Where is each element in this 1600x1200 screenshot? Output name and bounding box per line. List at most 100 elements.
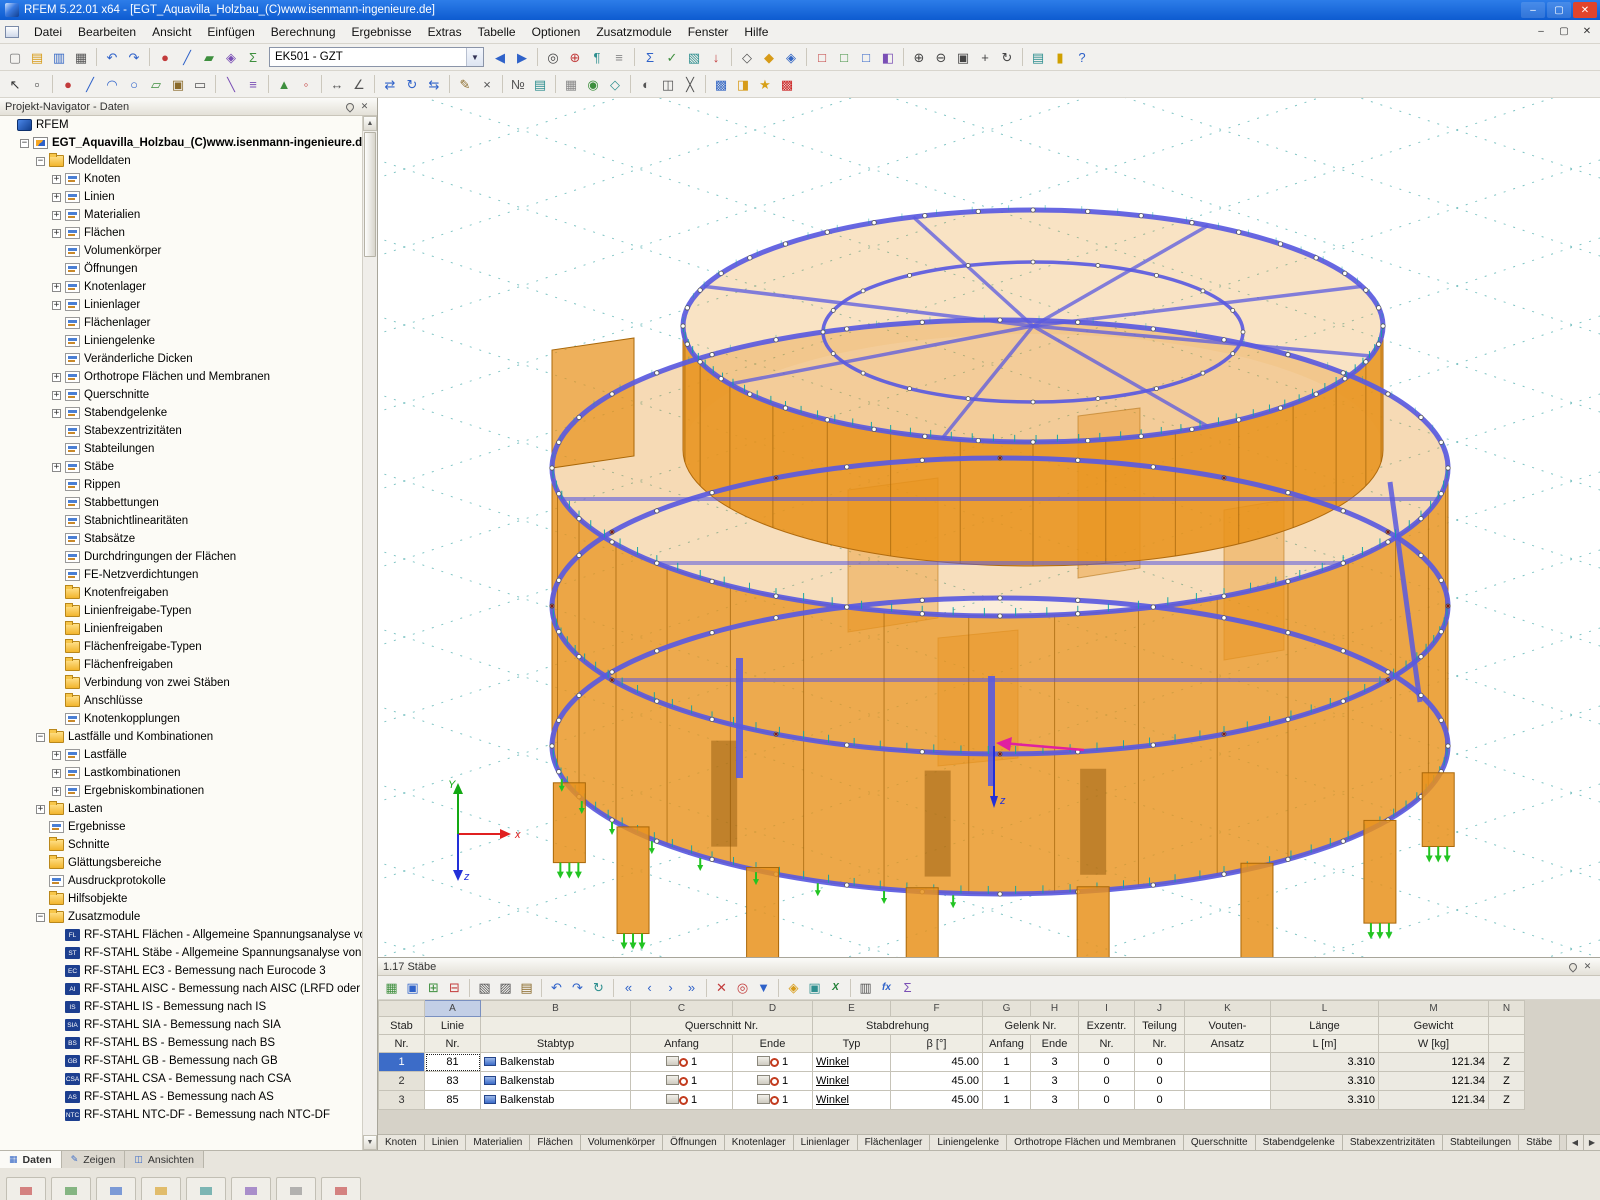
icon-opening-tool[interactable]: ▭: [189, 73, 211, 95]
cell-r3-c1[interactable]: 85: [425, 1091, 481, 1110]
tree-item-flächenfreigaben[interactable]: Flächenfreigaben: [0, 656, 362, 674]
tree-item-lasten[interactable]: +Lasten: [0, 800, 362, 818]
tree-item-rf-stahl-ec3-bemessung-nach-eurocode-3[interactable]: ECRF-STAHL EC3 - Bemessung nach Eurocode…: [0, 962, 362, 980]
tree-item-rf-stahl-ntc-df-bemessung-nach-ntc-df[interactable]: NTCRF-STAHL NTC-DF - Bemessung nach NTC-…: [0, 1106, 362, 1124]
menu-hilfe[interactable]: Hilfe: [736, 21, 776, 43]
tree-expander-icon[interactable]: +: [52, 175, 61, 184]
panel-tab-ansichten[interactable]: ◫Ansichten: [125, 1151, 204, 1168]
cell-r2-c2[interactable]: Balkenstab: [481, 1072, 631, 1091]
table-tab-liniengelenke[interactable]: Liniengelenke: [930, 1135, 1007, 1150]
cell-r2-c5[interactable]: Winkel: [813, 1072, 891, 1091]
tree-expander-icon[interactable]: +: [52, 751, 61, 760]
tree-item-anschlüsse[interactable]: Anschlüsse: [0, 692, 362, 710]
cell-r2-c9[interactable]: 0: [1079, 1072, 1135, 1091]
icon-view-x[interactable]: □: [811, 46, 833, 68]
icon-refresh-table[interactable]: ↻: [588, 978, 609, 998]
icon-show-results[interactable]: ▧: [683, 46, 705, 68]
cell-r3-c11[interactable]: [1185, 1091, 1271, 1110]
tree-item-linien[interactable]: +Linien: [0, 188, 362, 206]
row-number-3[interactable]: 3: [379, 1091, 425, 1110]
icon-dimension-tool[interactable]: ↔: [326, 73, 348, 95]
tree-expander-icon[interactable]: +: [52, 373, 61, 382]
scrollbar-thumb[interactable]: [364, 132, 376, 257]
cell-r1-c14[interactable]: Z: [1489, 1053, 1525, 1072]
chevron-down-icon[interactable]: ▼: [466, 48, 483, 66]
icon-new-surface[interactable]: ▰: [198, 46, 220, 68]
tree-item-ergebniskombinationen[interactable]: +Ergebniskombinationen: [0, 782, 362, 800]
icon-zoom-in[interactable]: ⊕: [908, 46, 930, 68]
load-case-combobox[interactable]: EK501 - GZT ▼: [269, 47, 484, 67]
icon-undo[interactable]: ↶: [101, 46, 123, 68]
tree-item-rf-stahl-as-bemessung-nach-as[interactable]: ASRF-STAHL AS - Bemessung nach AS: [0, 1088, 362, 1106]
menu-einfügen[interactable]: Einfügen: [199, 21, 262, 43]
icon-check-model[interactable]: ✓: [661, 46, 683, 68]
tree-item-lastfälle-und-kombinationen[interactable]: −Lastfälle und Kombinationen: [0, 728, 362, 746]
cell-r1-c13[interactable]: 121.34: [1379, 1053, 1489, 1072]
navigator-scrollbar[interactable]: ▲ ▼: [362, 116, 377, 1150]
icon-new-model[interactable]: ▢: [4, 46, 26, 68]
icon-load-cases[interactable]: Σ: [242, 46, 264, 68]
icon-work-plane[interactable]: ◇: [604, 73, 626, 95]
icon-export-excel[interactable]: X: [825, 978, 846, 998]
icon-rib-tool[interactable]: ≡: [242, 73, 264, 95]
icon-open-model[interactable]: ▤: [26, 46, 48, 68]
icon-redo[interactable]: ↷: [123, 46, 145, 68]
minimize-button[interactable]: –: [1521, 2, 1545, 18]
icon-print[interactable]: ▦: [70, 46, 92, 68]
table-tab-knotenlager[interactable]: Knotenlager: [725, 1135, 794, 1150]
tree-item-egt-aquavilla-holzbau-c-www-isenmann-ingen[interactable]: −EGT_Aquavilla_Holzbau_(C)www.isenmann-i…: [0, 134, 362, 152]
tree-expander-icon[interactable]: +: [52, 211, 61, 220]
tree-item-querschnitte[interactable]: +Querschnitte: [0, 386, 362, 404]
cell-r1-c5[interactable]: Winkel: [813, 1053, 891, 1072]
icon-new-line[interactable]: ╱: [176, 46, 198, 68]
icon-new-node[interactable]: ●: [154, 46, 176, 68]
tab-scroll-left-icon[interactable]: ◀: [1566, 1135, 1583, 1150]
icon-support-tool[interactable]: ▲: [273, 73, 295, 95]
tree-item-linienfreigabe-typen[interactable]: Linienfreigabe-Typen: [0, 602, 362, 620]
icon-member-tool[interactable]: ╲: [220, 73, 242, 95]
tree-item-stäbe[interactable]: +Stäbe: [0, 458, 362, 476]
icon-table-select[interactable]: ▣: [402, 978, 423, 998]
cell-r2-c14[interactable]: Z: [1489, 1072, 1525, 1091]
tree-expander-icon[interactable]: +: [36, 805, 45, 814]
row-number-1[interactable]: 1: [379, 1053, 425, 1072]
icon-search[interactable]: ◎: [542, 46, 564, 68]
tree-item-rippen[interactable]: Rippen: [0, 476, 362, 494]
icon-copy-cells[interactable]: ▨: [495, 978, 516, 998]
icon-render-wireframe[interactable]: ◇: [736, 46, 758, 68]
panel-tab-daten[interactable]: ▦Daten: [0, 1151, 62, 1168]
icon-guide-lines[interactable]: ≡: [608, 46, 630, 68]
tree-item-durchdringungen-der-flächen[interactable]: Durchdringungen der Flächen: [0, 548, 362, 566]
icon-jump-prev[interactable]: ‹: [639, 978, 660, 998]
tree-item-stabsätze[interactable]: Stabsätze: [0, 530, 362, 548]
tree-expander-icon[interactable]: −: [36, 733, 45, 742]
tree-item-linienlager[interactable]: +Linienlager: [0, 296, 362, 314]
column-letter-I[interactable]: I: [1079, 1001, 1135, 1017]
column-letter-N[interactable]: N: [1489, 1001, 1525, 1017]
mdi-close-button[interactable]: ✕: [1577, 23, 1597, 41]
table-tab-linien[interactable]: Linien: [425, 1135, 467, 1150]
icon-rotate-view[interactable]: ↻: [996, 46, 1018, 68]
icon-insert-row[interactable]: ⊞: [423, 978, 444, 998]
mdi-restore-button[interactable]: ▢: [1554, 23, 1574, 41]
scroll-up-icon[interactable]: ▲: [363, 116, 377, 131]
icon-generate-model[interactable]: ◈: [220, 46, 242, 68]
column-letter-K[interactable]: K: [1185, 1001, 1271, 1017]
cell-r3-c9[interactable]: 0: [1079, 1091, 1135, 1110]
tree-item-volumenkörper[interactable]: Volumenkörper: [0, 242, 362, 260]
tree-expander-icon[interactable]: −: [36, 157, 45, 166]
column-letter-D[interactable]: D: [733, 1001, 813, 1017]
table-tab-querschnitte[interactable]: Querschnitte: [1184, 1135, 1256, 1150]
table-tab-volumenkörper[interactable]: Volumenkörper: [581, 1135, 663, 1150]
mdi-minimize-button[interactable]: –: [1531, 23, 1551, 41]
tree-item-knotenkopplungen[interactable]: Knotenkopplungen: [0, 710, 362, 728]
icon-color-panel[interactable]: ▩: [776, 73, 798, 95]
column-letter-E[interactable]: E: [813, 1001, 891, 1017]
cell-r2-c6[interactable]: 45.00: [891, 1072, 983, 1091]
cell-r3-c2[interactable]: Balkenstab: [481, 1091, 631, 1110]
tree-item-rf-stahl-is-bemessung-nach-is[interactable]: ISRF-STAHL IS - Bemessung nach IS: [0, 998, 362, 1016]
tree-item-hilfsobjekte[interactable]: Hilfsobjekte: [0, 890, 362, 908]
icon-arc-tool[interactable]: ◠: [101, 73, 123, 95]
table-tab-öffnungen[interactable]: Öffnungen: [663, 1135, 725, 1150]
model-view-3d[interactable]: zxYz: [378, 98, 1600, 957]
